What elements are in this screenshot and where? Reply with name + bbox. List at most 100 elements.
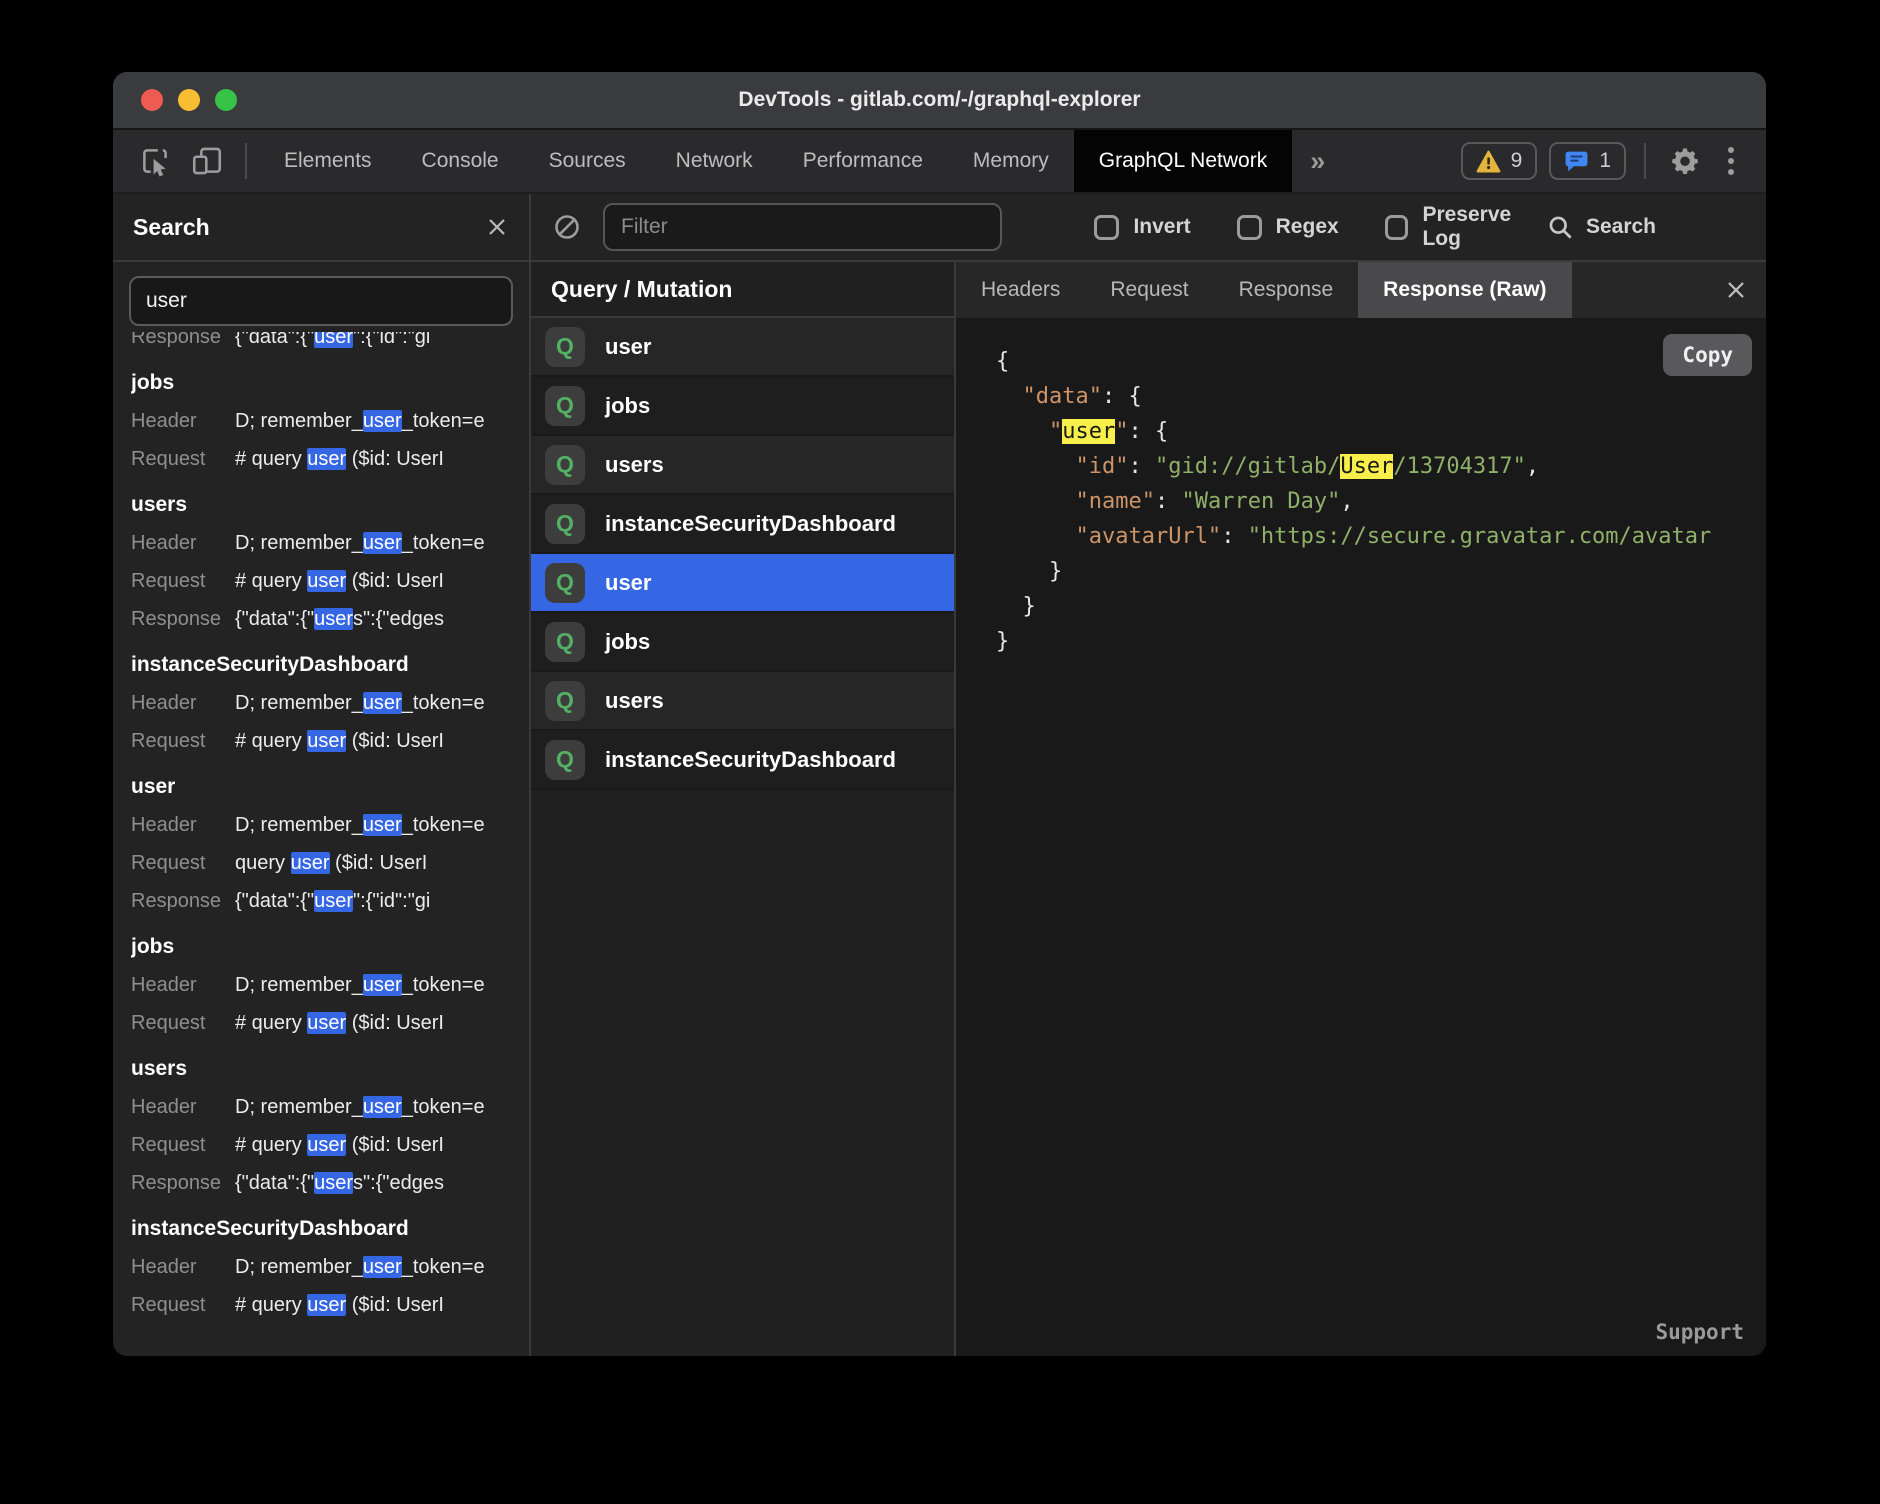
result-text: ($id: UserI	[346, 1012, 444, 1034]
result-row-label: Header	[131, 524, 235, 562]
tab-network[interactable]: Network	[651, 130, 778, 192]
result-group-title[interactable]: users	[131, 486, 529, 524]
checkbox-label-preserve-log: Preserve Log	[1422, 203, 1547, 251]
close-window-button[interactable]	[141, 89, 163, 111]
search-result-row[interactable]: Response{"data":{"user":{"id":"gi	[131, 882, 529, 920]
search-input-wrapper	[129, 276, 513, 326]
result-row-value: D; remember_user_token=e	[235, 1088, 485, 1126]
json-punctuation: :	[1128, 454, 1155, 479]
result-row-label: Header	[131, 1248, 235, 1286]
network-search-button[interactable]: Search	[1547, 214, 1656, 241]
checkbox-box-preserve-log[interactable]	[1385, 215, 1409, 240]
query-item-jobs[interactable]: Qjobs	[531, 377, 954, 436]
query-item-label: jobs	[605, 629, 650, 655]
checkbox-regex[interactable]: Regex	[1237, 215, 1339, 240]
close-detail-panel-icon[interactable]	[1724, 278, 1748, 302]
json-match-highlight: User	[1340, 454, 1393, 479]
match-highlight: user	[363, 410, 402, 432]
search-icon	[1547, 214, 1574, 241]
clear-block-icon[interactable]	[547, 213, 587, 241]
query-item-user[interactable]: Quser	[531, 318, 954, 377]
query-item-users[interactable]: Qusers	[531, 436, 954, 495]
close-search-panel-icon[interactable]	[485, 215, 509, 239]
inspect-element-icon[interactable]	[138, 144, 172, 178]
match-highlight: user	[307, 570, 346, 592]
result-group-title[interactable]: instanceSecurityDashboard	[131, 1210, 529, 1248]
search-result-row[interactable]: Request# query user ($id: UserI	[131, 562, 529, 600]
tab-memory[interactable]: Memory	[948, 130, 1074, 192]
query-item-jobs[interactable]: Qjobs	[531, 613, 954, 672]
result-group-title[interactable]: jobs	[131, 364, 529, 402]
search-result-row[interactable]: HeaderD; remember_user_token=e	[131, 806, 529, 844]
detail-tab-response-raw[interactable]: Response (Raw)	[1358, 262, 1571, 318]
search-result-row[interactable]: Request# query user ($id: UserI	[131, 1004, 529, 1042]
result-row-label: Response	[131, 1164, 235, 1202]
warnings-badge[interactable]: 9	[1461, 142, 1538, 180]
zoom-window-button[interactable]	[215, 89, 237, 111]
query-type-badge: Q	[545, 622, 585, 662]
json-punctuation: ,	[1340, 489, 1353, 514]
checkbox-invert[interactable]: Invert	[1094, 215, 1190, 240]
result-text: D; remember_	[235, 1256, 363, 1278]
checkbox-box-regex[interactable]	[1237, 215, 1262, 240]
result-text: # query	[235, 1012, 307, 1034]
result-group-title[interactable]: jobs	[131, 928, 529, 966]
messages-badge[interactable]: 1	[1549, 142, 1626, 180]
search-result-row[interactable]: HeaderD; remember_user_token=e	[131, 966, 529, 1004]
checkbox-preserve-log[interactable]: Preserve Log	[1385, 203, 1547, 251]
support-link[interactable]: Support	[1655, 1320, 1744, 1344]
result-group-jobs: jobsHeaderD; remember_user_token=eReques…	[131, 928, 529, 1042]
query-item-user-selected[interactable]: Quser	[531, 554, 954, 613]
device-toolbar-icon[interactable]	[190, 144, 224, 178]
tab-graphql-network[interactable]: GraphQL Network	[1074, 130, 1292, 192]
search-result-row[interactable]: Response{"data":{"users":{"edges	[131, 600, 529, 638]
minimize-window-button[interactable]	[178, 89, 200, 111]
more-tabs-chevron-icon[interactable]: »	[1292, 146, 1343, 177]
settings-gear-icon[interactable]	[1664, 146, 1706, 176]
query-item-instancesecuritydashboard[interactable]: QinstanceSecurityDashboard	[531, 495, 954, 554]
search-result-row[interactable]: Request# query user ($id: UserI	[131, 1286, 529, 1324]
result-group-title[interactable]: instanceSecurityDashboard	[131, 646, 529, 684]
search-result-row[interactable]: HeaderD; remember_user_token=e	[131, 1248, 529, 1286]
detail-tab-request[interactable]: Request	[1085, 262, 1213, 318]
devtools-tabs: ElementsConsoleSourcesNetworkPerformance…	[259, 130, 1292, 192]
search-results-list: Response{"data":{"user":{"id":"gijobsHea…	[113, 332, 529, 1356]
query-item-instancesecuritydashboard[interactable]: QinstanceSecurityDashboard	[531, 731, 954, 790]
warning-count: 9	[1511, 149, 1523, 173]
search-result-row[interactable]: Response{"data":{"user":{"id":"gi	[131, 332, 529, 356]
search-result-row[interactable]: Request# query user ($id: UserI	[131, 1126, 529, 1164]
search-result-row[interactable]: Response{"data":{"users":{"edges	[131, 1164, 529, 1202]
tab-elements[interactable]: Elements	[259, 130, 397, 192]
json-content: { "data": { "user": { "id": "gid://gitla…	[996, 344, 1766, 659]
search-result-row[interactable]: HeaderD; remember_user_token=e	[131, 684, 529, 722]
json-line: }	[996, 624, 1766, 659]
result-group-title[interactable]: user	[131, 768, 529, 806]
result-group-title[interactable]: users	[131, 1050, 529, 1088]
detail-tab-headers[interactable]: Headers	[956, 262, 1085, 318]
search-input[interactable]	[146, 289, 496, 313]
result-row-label: Header	[131, 806, 235, 844]
kebab-menu-icon[interactable]	[1718, 147, 1744, 175]
search-result-row[interactable]: Requestquery user ($id: UserI	[131, 844, 529, 882]
filter-input[interactable]	[603, 203, 1002, 251]
network-content: Query / Mutation QuserQjobsQusersQinstan…	[531, 262, 1766, 1356]
search-result-row[interactable]: Request# query user ($id: UserI	[131, 440, 529, 478]
json-line: "user": {	[996, 414, 1766, 449]
search-result-row[interactable]: HeaderD; remember_user_token=e	[131, 524, 529, 562]
match-highlight: user	[363, 974, 402, 996]
match-highlight: user	[363, 692, 402, 714]
search-result-row[interactable]: HeaderD; remember_user_token=e	[131, 402, 529, 440]
detail-tab-response[interactable]: Response	[1214, 262, 1359, 318]
filter-toolbar: Invert Regex Preserve Log Search	[531, 194, 1766, 262]
search-result-row[interactable]: HeaderD; remember_user_token=e	[131, 1088, 529, 1126]
detail-tabs: HeadersRequestResponseResponse (Raw)	[956, 262, 1766, 318]
result-row-value: # query user ($id: UserI	[235, 562, 444, 600]
tab-performance[interactable]: Performance	[778, 130, 948, 192]
search-result-row[interactable]: Request# query user ($id: UserI	[131, 722, 529, 760]
query-item-users[interactable]: Qusers	[531, 672, 954, 731]
checkbox-box-invert[interactable]	[1094, 215, 1119, 240]
tab-console[interactable]: Console	[397, 130, 524, 192]
copy-button[interactable]: Copy	[1663, 334, 1752, 376]
tab-sources[interactable]: Sources	[524, 130, 651, 192]
result-group-users: usersHeaderD; remember_user_token=eReque…	[131, 1050, 529, 1202]
